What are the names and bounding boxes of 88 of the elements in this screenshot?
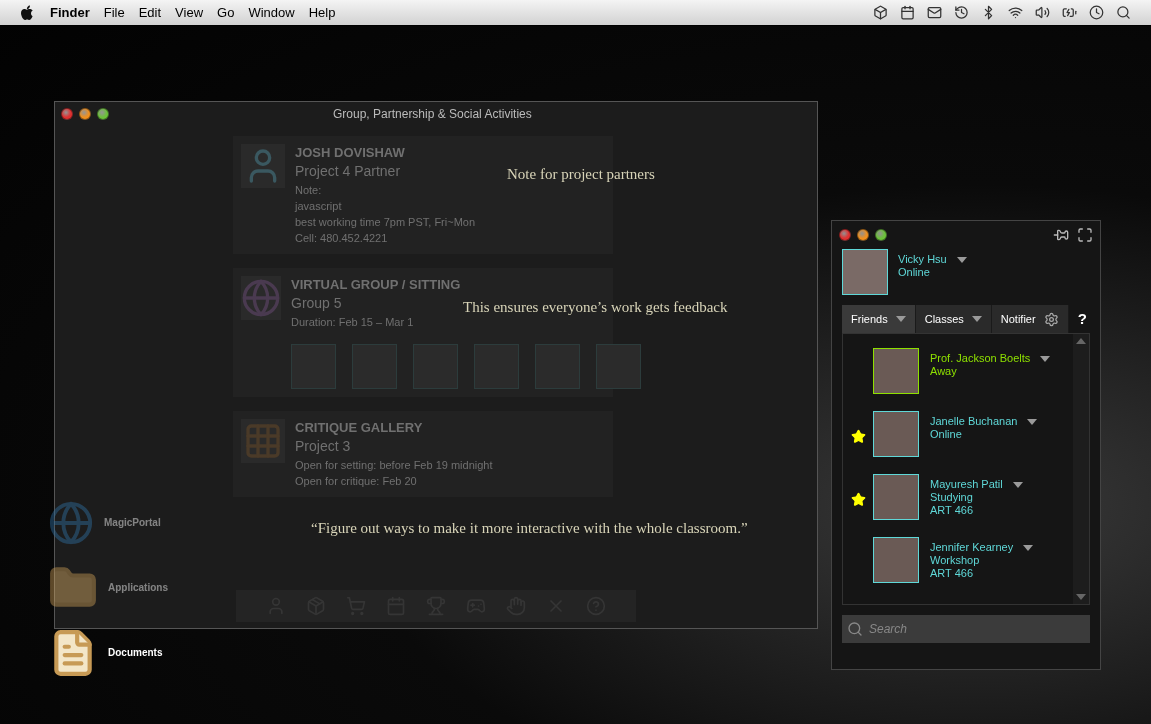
- card-text: best working time 7pm PST, Fri~Mon: [295, 215, 476, 230]
- mail-icon[interactable]: [927, 5, 942, 20]
- battery-icon[interactable]: [1062, 5, 1077, 20]
- star-icon[interactable]: [850, 492, 866, 507]
- photo-placeholder: [535, 344, 580, 389]
- card-subheading: Project 3: [295, 437, 351, 455]
- friend-course: ART 466: [930, 504, 974, 517]
- caret-icon[interactable]: [1040, 355, 1051, 362]
- friend-status: Workshop: [930, 554, 981, 567]
- friend-name[interactable]: Mayuresh Patil: [930, 478, 1003, 491]
- caret-icon[interactable]: [1027, 418, 1038, 425]
- card-subheading: Project 4 Partner: [295, 162, 401, 180]
- card-text: Open for critique: Feb 20: [295, 474, 417, 489]
- scroll-up-icon[interactable]: [1076, 338, 1086, 344]
- caret-icon[interactable]: [1023, 544, 1034, 551]
- photo-placeholder: [873, 474, 919, 520]
- calendar-icon[interactable]: [900, 5, 915, 20]
- desktop-icon-label[interactable]: Applications: [108, 580, 168, 595]
- photo-placeholder: [873, 537, 919, 583]
- fullscreen-icon[interactable]: [1077, 227, 1093, 243]
- close-button[interactable]: [61, 108, 73, 120]
- search-icon[interactable]: [1116, 5, 1131, 20]
- photo-placeholder: [413, 344, 458, 389]
- zoom-button[interactable]: [97, 108, 109, 120]
- friend-status: Studying: [930, 491, 974, 504]
- close-button[interactable]: [839, 229, 851, 241]
- clock-icon[interactable]: [954, 5, 969, 20]
- caret-icon[interactable]: [971, 316, 982, 322]
- friend-name[interactable]: Prof. Jackson Boelts: [930, 352, 1031, 365]
- card-text: Open for setting: before Feb 19 midnight: [295, 458, 493, 473]
- search-field[interactable]: Search: [842, 615, 1090, 643]
- photo-placeholder: [291, 344, 336, 389]
- note-text: This ensures everyone’s work gets feedback: [463, 298, 728, 317]
- photo-placeholder: [873, 348, 919, 394]
- card-text: Duration: Feb 15 – Mar 1: [291, 315, 414, 330]
- menu-item[interactable]: Help: [308, 2, 336, 23]
- settings-icon[interactable]: [1043, 311, 1059, 327]
- note-text: “Figure out ways to make it more interactive with the whole classroom.”: [311, 519, 748, 538]
- photo-placeholder: [352, 344, 397, 389]
- user-name: Vicky Hsu: [898, 253, 947, 266]
- help-button[interactable]: ?: [1077, 307, 1087, 331]
- card-heading: CRITIQUE GALLERY: [295, 419, 423, 437]
- search-input[interactable]: Search: [869, 620, 1069, 638]
- scrollbar[interactable]: [1073, 334, 1089, 604]
- menu-app-name[interactable]: Finder: [50, 2, 90, 23]
- minimize-button[interactable]: [857, 229, 869, 241]
- friend-name[interactable]: Janelle Buchanan: [930, 415, 1018, 428]
- friend-status: Away: [930, 365, 958, 378]
- card-text: javascript: [295, 199, 342, 214]
- clock-icon[interactable]: [1089, 5, 1104, 20]
- desktop-icon-label[interactable]: Documents: [108, 645, 163, 660]
- volume-icon[interactable]: [1035, 5, 1050, 20]
- card-text: Cell: 480.452.4221: [295, 231, 388, 246]
- friend-course: ART 466: [930, 567, 974, 580]
- card-heading: JOSH DOVISHAW: [295, 144, 405, 162]
- card-heading: VIRTUAL GROUP / SITTING: [291, 276, 461, 294]
- tab[interactable]: Notifier: [991, 305, 1069, 333]
- menu-item[interactable]: File: [103, 2, 125, 23]
- card-text: Note:: [295, 183, 322, 198]
- pin-icon[interactable]: [1053, 227, 1069, 243]
- caret-icon[interactable]: [895, 316, 906, 322]
- caret-icon[interactable]: [956, 256, 967, 263]
- apple-icon[interactable]: [20, 4, 34, 21]
- window-title: Group, Partnership & Social Activities: [333, 106, 532, 123]
- star-icon[interactable]: [850, 429, 866, 444]
- desktop-icon-label[interactable]: MagicPortal: [104, 515, 161, 530]
- menu-item[interactable]: Go: [217, 2, 235, 23]
- menu-item[interactable]: View: [175, 2, 204, 23]
- tab[interactable]: Classes: [915, 305, 992, 333]
- photo-placeholder: [842, 249, 888, 295]
- minimize-button[interactable]: [79, 108, 91, 120]
- caret-icon[interactable]: [1012, 481, 1023, 488]
- friend-status: Online: [930, 428, 963, 441]
- photo-placeholder: [474, 344, 519, 389]
- user-status: Online: [898, 266, 931, 279]
- note-text: Note for project partners: [507, 165, 655, 184]
- zoom-button[interactable]: [875, 229, 887, 241]
- photo-placeholder: [873, 411, 919, 457]
- wifi-icon[interactable]: [1008, 5, 1023, 20]
- menu-item[interactable]: Window: [248, 2, 295, 23]
- menu-item[interactable]: Edit: [138, 2, 162, 23]
- search-icon: [847, 621, 863, 637]
- friend-name[interactable]: Jennifer Kearney: [930, 541, 1014, 554]
- tab[interactable]: Friends: [842, 305, 916, 333]
- globe-icon[interactable]: [48, 499, 94, 546]
- box-icon[interactable]: [873, 5, 888, 20]
- card-subheading: Group 5: [291, 294, 342, 312]
- scroll-down-icon[interactable]: [1076, 594, 1086, 600]
